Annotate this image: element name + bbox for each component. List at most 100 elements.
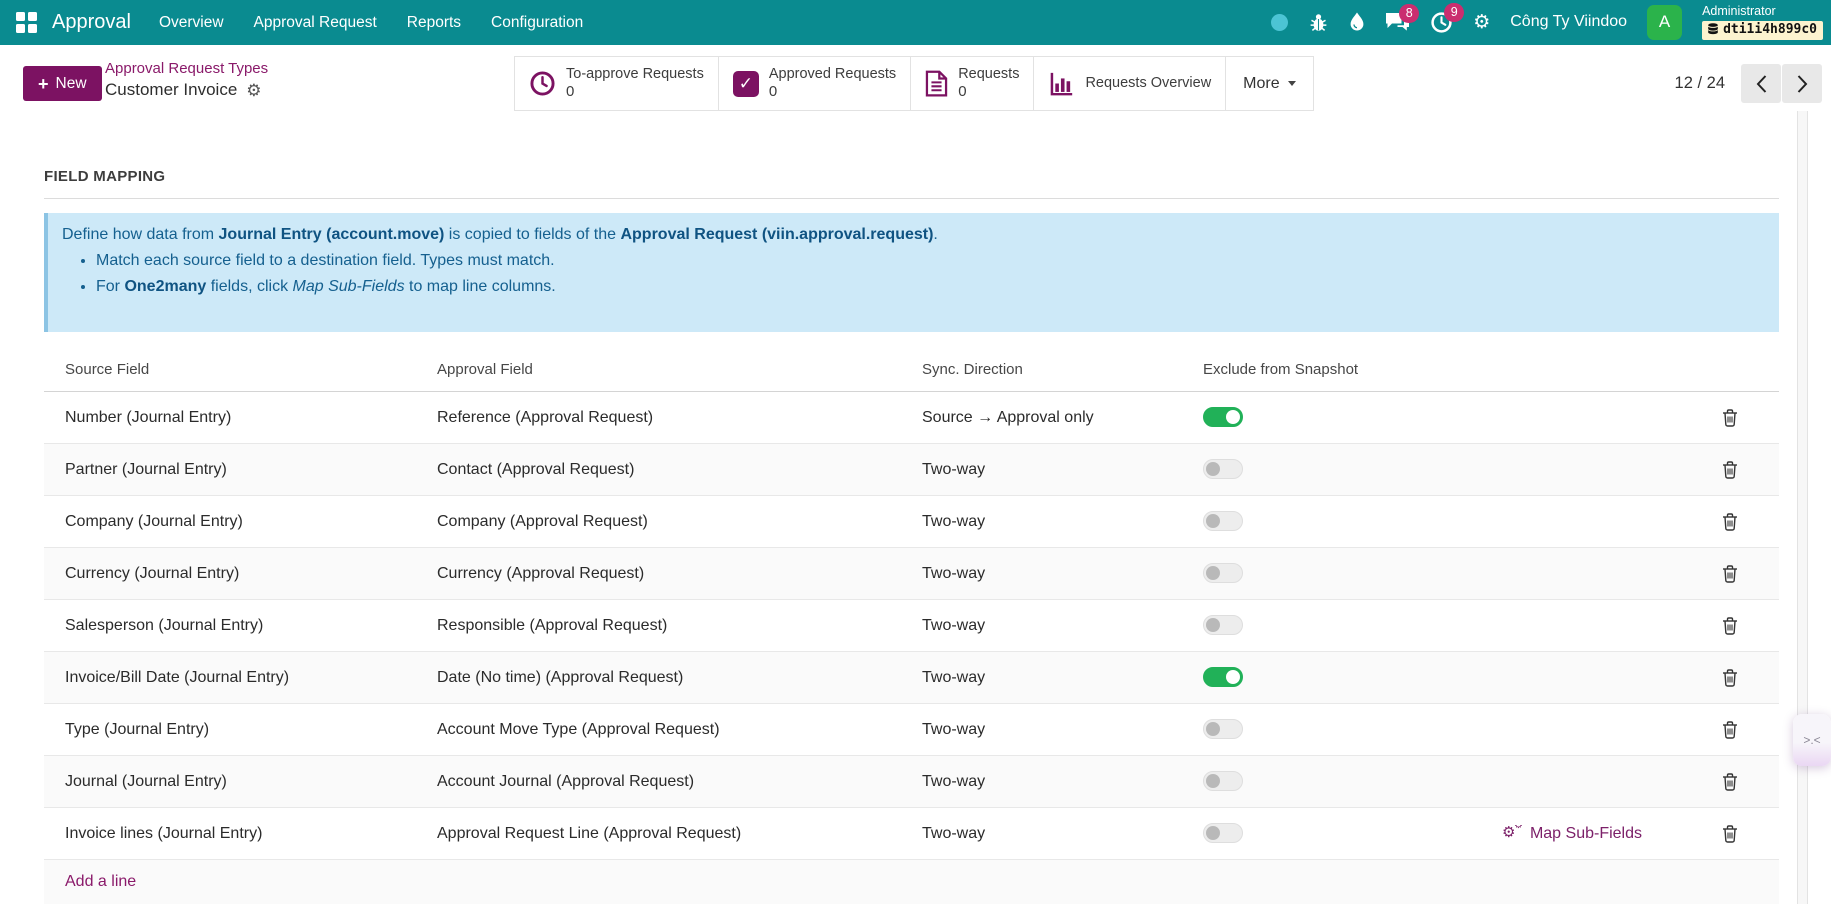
app-name[interactable]: Approval: [52, 11, 131, 34]
cell-approval-field[interactable]: Date (No time) (Approval Request): [437, 669, 922, 687]
cell-approval-field[interactable]: Responsible (Approval Request): [437, 617, 922, 635]
table-row[interactable]: Number (Journal Entry) Reference (Approv…: [44, 392, 1779, 444]
user-block[interactable]: Administrator dti1i4h899c0: [1702, 5, 1823, 40]
cell-source-field[interactable]: Invoice lines (Journal Entry): [65, 825, 437, 843]
messages-badge: 8: [1399, 4, 1419, 23]
cell-approval-field[interactable]: Currency (Approval Request): [437, 565, 922, 583]
header-approval-field[interactable]: Approval Field: [437, 361, 922, 378]
table-row[interactable]: Partner (Journal Entry) Contact (Approva…: [44, 444, 1779, 496]
approved-requests-button[interactable]: ✓ Approved Requests 0: [719, 57, 911, 110]
cell-source-field[interactable]: Number (Journal Entry): [65, 409, 437, 427]
cell-sync-direction[interactable]: Two-way: [922, 617, 1203, 635]
source-model-name: Journal Entry (account.move): [219, 226, 445, 243]
exclude-snapshot-toggle[interactable]: [1203, 563, 1243, 583]
pager-next-button[interactable]: [1782, 64, 1822, 103]
cell-sync-direction[interactable]: Two-way: [922, 721, 1203, 739]
exclude-snapshot-toggle[interactable]: [1203, 407, 1243, 427]
presence-dot-icon[interactable]: [1271, 14, 1288, 31]
table-row[interactable]: Invoice/Bill Date (Journal Entry) Date (…: [44, 652, 1779, 704]
approved-value: 0: [769, 83, 896, 101]
exclude-snapshot-toggle[interactable]: [1203, 511, 1243, 531]
table-row[interactable]: Invoice lines (Journal Entry) Approval R…: [44, 808, 1779, 860]
cogs-icon: ⚙⚙: [1502, 825, 1522, 843]
cell-approval-field[interactable]: Contact (Approval Request): [437, 461, 922, 479]
cell-sync-direction[interactable]: Two-way: [922, 461, 1203, 479]
trash-icon[interactable]: [1722, 721, 1738, 739]
user-avatar[interactable]: A: [1647, 5, 1682, 40]
cell-sync-direction[interactable]: Two-way: [922, 565, 1203, 583]
to-approve-requests-button[interactable]: To-approve Requests 0: [515, 57, 719, 110]
header-source-field[interactable]: Source Field: [65, 361, 437, 378]
control-panel: + New Approval Request Types Customer In…: [0, 45, 1831, 111]
trash-icon[interactable]: [1722, 409, 1738, 427]
cell-source-field[interactable]: Type (Journal Entry): [65, 721, 437, 739]
trash-icon[interactable]: [1722, 513, 1738, 531]
bug-icon[interactable]: [1308, 12, 1329, 33]
menu-approval-request[interactable]: Approval Request: [254, 14, 377, 32]
cell-sync-direction[interactable]: Two-way: [922, 513, 1203, 531]
add-a-line-link[interactable]: Add a line: [65, 873, 136, 890]
requests-button[interactable]: Requests 0: [911, 57, 1034, 110]
pager-previous-button[interactable]: [1741, 64, 1781, 103]
cell-approval-field[interactable]: Company (Approval Request): [437, 513, 922, 531]
menu-configuration[interactable]: Configuration: [491, 14, 583, 32]
action-gear-icon[interactable]: ⚙: [246, 82, 261, 99]
settings-gears-icon[interactable]: ⚙: [1473, 13, 1490, 32]
exclude-snapshot-toggle[interactable]: [1203, 719, 1243, 739]
apps-menu-icon[interactable]: [16, 12, 38, 34]
cell-source-field[interactable]: Currency (Journal Entry): [65, 565, 437, 583]
new-button-label: New: [56, 75, 87, 93]
exclude-snapshot-toggle[interactable]: [1203, 667, 1243, 687]
activities-clock-icon[interactable]: 9: [1430, 11, 1453, 34]
cell-source-field[interactable]: Salesperson (Journal Entry): [65, 617, 437, 635]
exclude-snapshot-toggle[interactable]: [1203, 823, 1243, 843]
requests-overview-button[interactable]: Requests Overview: [1034, 57, 1226, 110]
table-row[interactable]: Company (Journal Entry) Company (Approva…: [44, 496, 1779, 548]
table-row[interactable]: Currency (Journal Entry) Currency (Appro…: [44, 548, 1779, 600]
trash-icon[interactable]: [1722, 773, 1738, 791]
vertical-scrollbar[interactable]: [1797, 111, 1808, 904]
header-exclude-snapshot[interactable]: Exclude from Snapshot: [1203, 361, 1450, 378]
extension-floating-button[interactable]: >.<: [1793, 714, 1831, 766]
exclude-snapshot-toggle[interactable]: [1203, 771, 1243, 791]
trash-icon[interactable]: [1722, 825, 1738, 843]
map-sub-fields-button[interactable]: ⚙⚙ Map Sub-Fields: [1502, 825, 1642, 843]
table-row[interactable]: Salesperson (Journal Entry) Responsible …: [44, 600, 1779, 652]
cell-source-field[interactable]: Company (Journal Entry): [65, 513, 437, 531]
droplet-icon[interactable]: [1349, 12, 1365, 32]
trash-icon[interactable]: [1722, 617, 1738, 635]
more-dropdown-button[interactable]: More: [1226, 57, 1312, 110]
exclude-snapshot-toggle[interactable]: [1203, 615, 1243, 635]
cell-sync-direction[interactable]: Two-way: [922, 669, 1203, 687]
trash-icon[interactable]: [1722, 669, 1738, 687]
cell-sync-direction[interactable]: Two-way: [922, 773, 1203, 791]
cell-approval-field[interactable]: Account Journal (Approval Request): [437, 773, 922, 791]
company-switcher[interactable]: Công Ty Viindoo: [1510, 13, 1627, 31]
exclude-snapshot-toggle[interactable]: [1203, 459, 1243, 479]
cell-source-field[interactable]: Partner (Journal Entry): [65, 461, 437, 479]
menu-reports[interactable]: Reports: [407, 14, 461, 32]
chevron-down-icon: [1288, 81, 1296, 86]
table-row[interactable]: Type (Journal Entry) Account Move Type (…: [44, 704, 1779, 756]
menu-overview[interactable]: Overview: [159, 14, 224, 32]
trash-icon[interactable]: [1722, 461, 1738, 479]
requests-overview-label: Requests Overview: [1085, 75, 1211, 92]
cell-sync-direction[interactable]: Source → Approval only: [922, 409, 1203, 427]
new-button[interactable]: + New: [23, 66, 102, 101]
header-sync-direction[interactable]: Sync. Direction: [922, 361, 1203, 378]
cell-sync-direction[interactable]: Two-way: [922, 825, 1203, 843]
trash-icon[interactable]: [1722, 565, 1738, 583]
cell-approval-field[interactable]: Reference (Approval Request): [437, 409, 922, 427]
cell-approval-field[interactable]: Account Move Type (Approval Request): [437, 721, 922, 739]
cell-source-field[interactable]: Journal (Journal Entry): [65, 773, 437, 791]
database-badge[interactable]: dti1i4h899c0: [1702, 21, 1823, 40]
cell-approval-field[interactable]: Approval Request Line (Approval Request): [437, 825, 922, 843]
cell-source-field[interactable]: Invoice/Bill Date (Journal Entry): [65, 669, 437, 687]
alert-intro-line: Define how data from Journal Entry (acco…: [62, 226, 1765, 244]
table-row[interactable]: Journal (Journal Entry) Account Journal …: [44, 756, 1779, 808]
breadcrumb-parent[interactable]: Approval Request Types: [105, 60, 268, 77]
more-label: More: [1243, 75, 1279, 93]
pager-value[interactable]: 12 / 24: [1675, 74, 1725, 93]
check-square-icon: ✓: [733, 71, 759, 97]
messages-icon[interactable]: 8: [1385, 12, 1410, 33]
